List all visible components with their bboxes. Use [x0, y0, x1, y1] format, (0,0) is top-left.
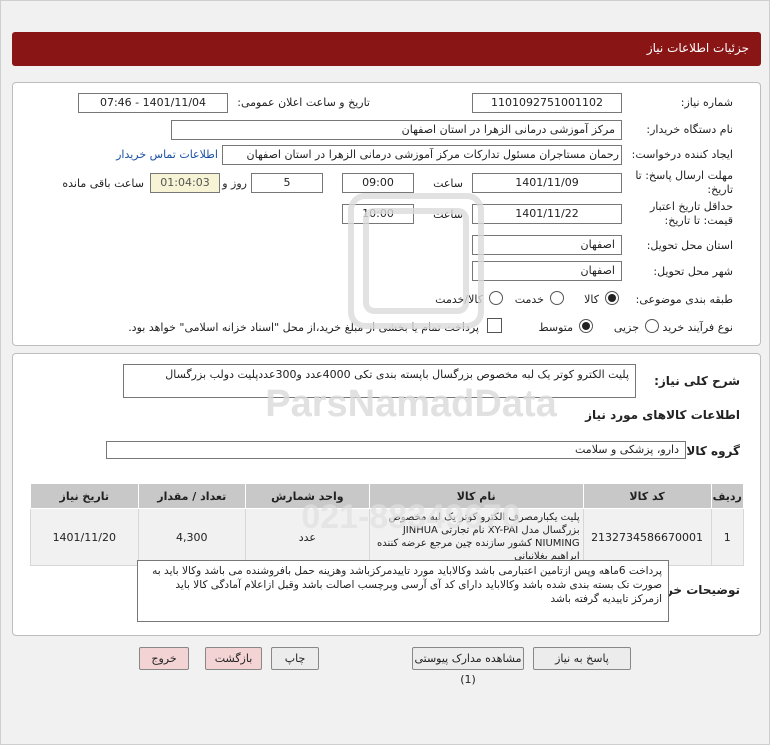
deadline-label-line2: تاریخ: — [707, 183, 733, 196]
days-label: روز و — [222, 177, 247, 190]
need-number-field: 1101092751001102 — [472, 93, 622, 113]
col-header-row: ردیف — [710, 483, 745, 509]
validity-time-field: 10:00 — [342, 204, 414, 224]
goods-info-title: اطلاعات کالاهای مورد نیاز — [585, 408, 740, 422]
cell-row: 1 — [710, 508, 745, 566]
treasury-payment-checkbox[interactable] — [487, 318, 502, 333]
deadline-date-field: 1401/11/09 — [472, 173, 622, 193]
col-header-name: نام کالا — [368, 483, 584, 509]
purchase-radio-minor[interactable] — [645, 319, 659, 333]
deadline-label-line1: مهلت ارسال پاسخ: تا — [635, 169, 733, 182]
category-option-goods-service: کالا/خدمت — [435, 293, 483, 306]
purchase-option-medium: متوسط — [538, 321, 573, 334]
city-field: اصفهان — [472, 261, 622, 281]
announce-date-label: تاریخ و ساعت اعلان عمومی: — [237, 96, 370, 109]
col-header-unit: واحد شمارش — [245, 483, 370, 509]
buyer-contact-link[interactable]: اطلاعات تماس خریدار — [116, 148, 218, 161]
purchase-option-minor: جزیی — [613, 321, 639, 334]
category-option-goods: کالا — [584, 293, 599, 306]
page-container: جزئیات اطلاعات نیاز شماره نیاز: 11010927… — [0, 0, 770, 745]
category-option-service: خدمت — [514, 293, 544, 306]
print-button[interactable]: چاپ — [271, 647, 319, 670]
remaining-time-label: ساعت باقی مانده — [62, 177, 144, 190]
validity-label-line1: حداقل تاریخ اعتبار — [649, 200, 733, 213]
need-details-panel: شرح کلی نیاز: پلیت الکترو کوتر یک لبه مخ… — [12, 353, 761, 636]
deadline-time-field: 09:00 — [342, 173, 414, 193]
category-radio-goods[interactable] — [605, 291, 619, 305]
purchase-radio-medium[interactable] — [579, 319, 593, 333]
announce-date-field: 1401/11/04 - 07:46 — [78, 93, 228, 113]
validity-date-field: 1401/11/22 — [472, 204, 622, 224]
purchase-type-label: نوع فرآیند خرید : — [655, 321, 733, 334]
summary-field: پلیت الکترو کوتر یک لبه مخصوص بزرگسال با… — [123, 364, 636, 398]
col-header-date: تاریخ نیاز — [30, 483, 139, 509]
days-field: 5 — [251, 173, 323, 193]
buyer-name-field: مرکز آموزشی درمانی الزهرا در استان اصفها… — [171, 120, 622, 140]
province-field: اصفهان — [472, 235, 622, 255]
goods-group-label: گروه کالا: — [681, 444, 740, 458]
creator-label: ایجاد کننده درخواست: — [631, 148, 733, 161]
exit-button[interactable]: خروج — [139, 647, 189, 670]
page-title: جزئیات اطلاعات نیاز — [646, 41, 749, 55]
goods-group-field: دارو، پزشکی و سلامت — [106, 441, 686, 459]
province-label: استان محل تحویل: — [646, 239, 733, 252]
category-radio-goods-service[interactable] — [489, 291, 503, 305]
col-header-code: کد کالا — [582, 483, 712, 509]
buyer-name-label: نام دستگاه خریدار: — [646, 123, 733, 136]
remaining-time-field: 01:04:03 — [150, 173, 220, 193]
validity-time-label: ساعت — [433, 208, 463, 221]
need-number-label: شماره نیاز: — [680, 96, 733, 109]
goods-table: ردیف کد کالا نام کالا واحد شمارش تعداد /… — [30, 483, 745, 566]
cell-date: 1401/11/20 — [30, 508, 139, 566]
city-label: شهر محل تحویل: — [653, 265, 733, 278]
reply-button[interactable]: پاسخ به نیاز — [533, 647, 631, 670]
cell-qty: 4,300 — [137, 508, 247, 566]
summary-label: شرح کلی نیاز: — [654, 374, 740, 388]
view-attachments-button[interactable]: مشاهده مدارک پیوستی (1) — [412, 647, 524, 686]
page-header: جزئیات اطلاعات نیاز — [12, 32, 761, 66]
treasury-payment-note: پرداخت تمام یا بخشی از مبلغ خرید،از محل … — [128, 321, 479, 334]
table-row: 1 2132734586670001 پلیت یکبارمصرف الکترو… — [30, 508, 745, 566]
creator-field: رحمان مستاجران مسئول تدارکات مرکز آموزشی… — [222, 145, 622, 165]
col-header-qty: تعداد / مقدار — [137, 483, 247, 509]
cell-code: 2132734586670001 — [582, 508, 712, 566]
back-button[interactable]: بازگشت — [205, 647, 262, 670]
cell-name: پلیت یکبارمصرف الکترو کوتر یک لبه مخصوص … — [368, 508, 584, 566]
cell-unit: عدد — [245, 508, 370, 566]
category-label: طبقه بندی موضوعی: — [635, 293, 733, 306]
deadline-time-label: ساعت — [433, 177, 463, 190]
category-radio-service[interactable] — [550, 291, 564, 305]
buyer-notes-field: پرداخت 6ماهه وپس ازتامین اعتبارمی باشد و… — [137, 560, 669, 622]
validity-label-line2: قیمت: تا تاریخ: — [664, 214, 733, 227]
need-info-panel: شماره نیاز: 1101092751001102 تاریخ و ساع… — [12, 82, 761, 346]
